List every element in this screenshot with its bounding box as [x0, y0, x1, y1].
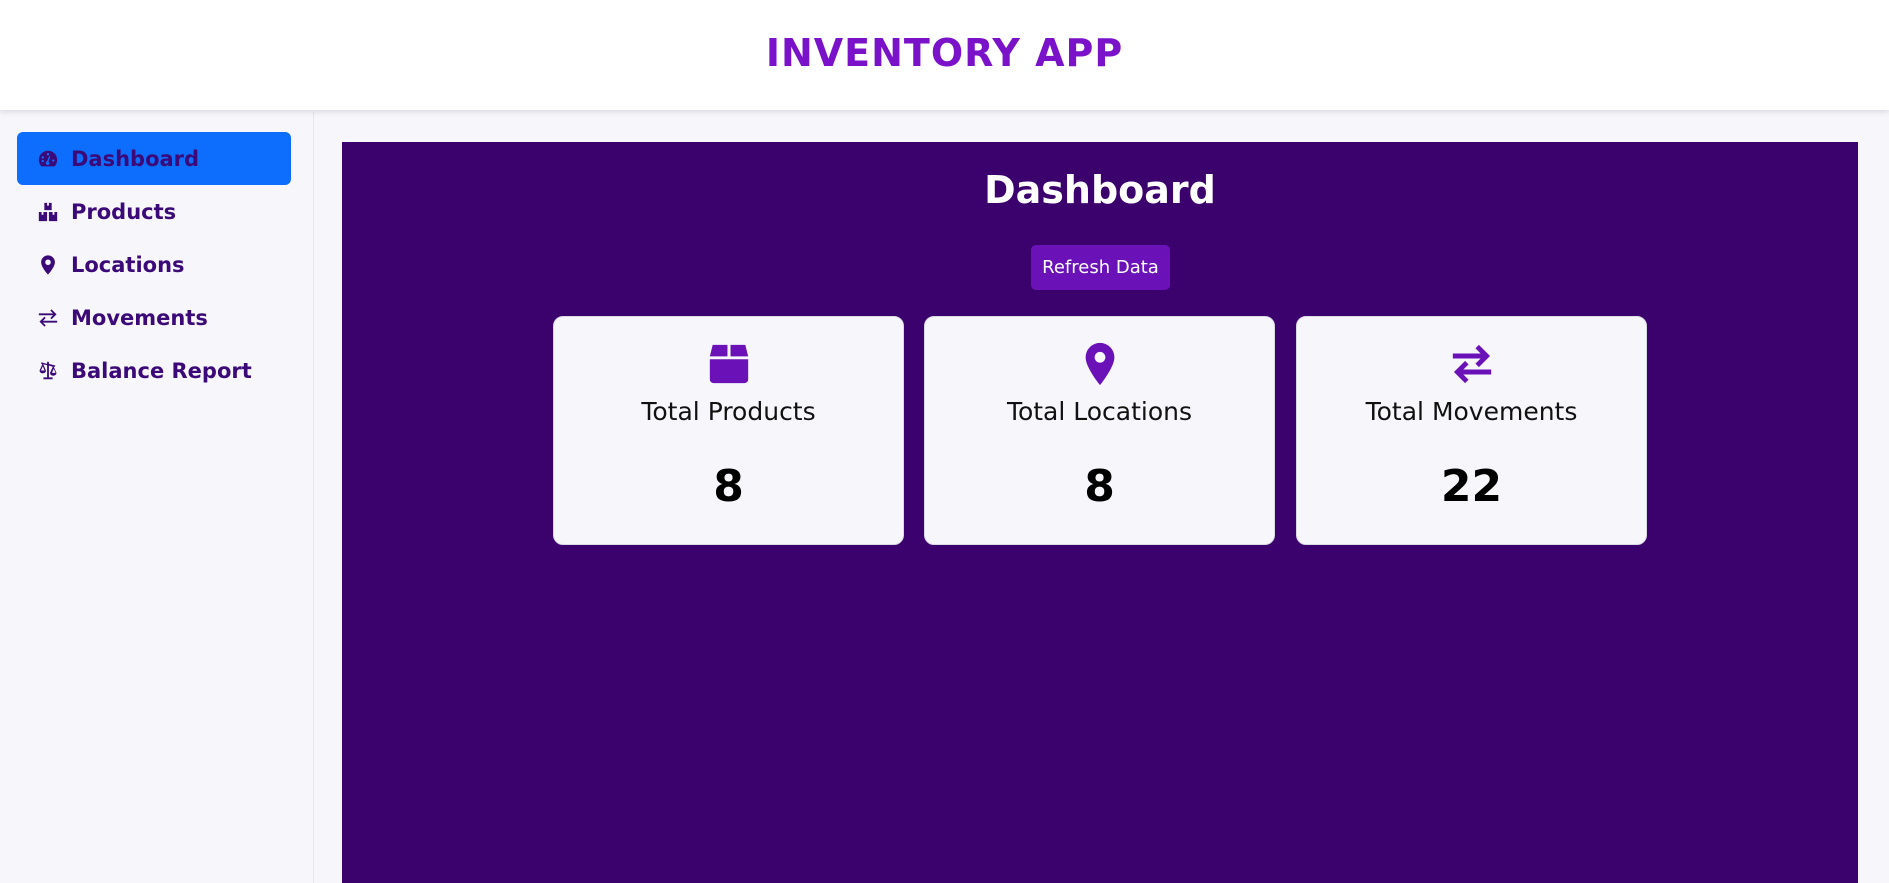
dashboard-panel: Dashboard Refresh Data Total Products 8 … [342, 142, 1858, 883]
stat-card-label: Total Locations [1006, 397, 1193, 426]
sidebar-item-label: Dashboard [71, 146, 200, 171]
sidebar-item-movements[interactable]: Movements [17, 291, 291, 344]
exchange-icon [36, 306, 60, 330]
stat-card-label: Total Products [641, 397, 816, 426]
map-marker-icon [925, 339, 1274, 389]
boxes-icon [36, 200, 60, 224]
stat-card-movements: Total Movements 22 [1296, 316, 1647, 545]
sidebar-item-label: Balance Report [71, 358, 252, 383]
stat-card-value: 22 [1440, 461, 1503, 512]
stat-card-locations: Total Locations 8 [924, 316, 1275, 545]
box-icon [554, 339, 903, 389]
stat-card-label: Total Movements [1365, 397, 1578, 426]
stat-card-value: 8 [1084, 461, 1115, 512]
sidebar-item-products[interactable]: Products [17, 185, 291, 238]
sidebar-item-label: Locations [71, 252, 185, 277]
sidebar: Dashboard Products Locations Movements B… [0, 112, 314, 883]
sidebar-item-locations[interactable]: Locations [17, 238, 291, 291]
sidebar-item-label: Products [71, 199, 177, 224]
refresh-data-button[interactable]: Refresh Data [1031, 245, 1170, 290]
balance-scale-icon [36, 359, 60, 383]
page-title: Dashboard [984, 168, 1216, 212]
top-header: INVENTORY APP [0, 0, 1889, 110]
sidebar-item-dashboard[interactable]: Dashboard [17, 132, 291, 185]
map-marker-icon [36, 253, 60, 277]
tachometer-icon [36, 147, 60, 171]
stat-card-value: 8 [713, 461, 744, 512]
sidebar-item-label: Movements [71, 305, 208, 330]
exchange-icon [1297, 339, 1646, 389]
stat-card-products: Total Products 8 [553, 316, 904, 545]
sidebar-item-balance-report[interactable]: Balance Report [17, 344, 291, 397]
app-title: INVENTORY APP [765, 31, 1124, 75]
